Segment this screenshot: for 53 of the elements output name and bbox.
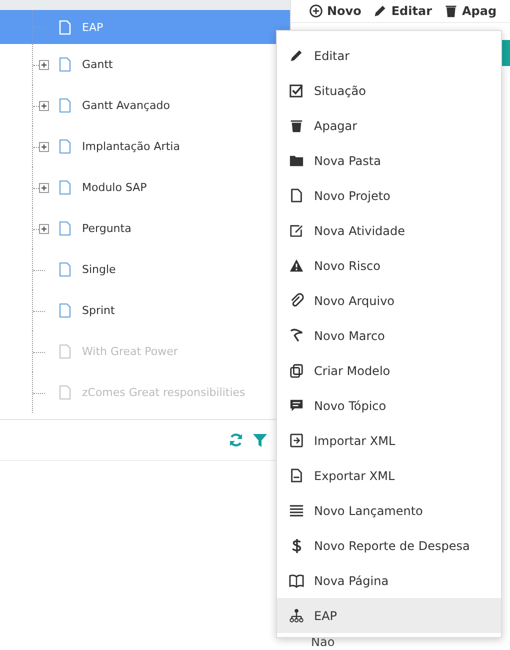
tree-item-label[interactable]: Implantação Artia bbox=[82, 140, 180, 153]
menu-item[interactable]: Nova Pasta bbox=[277, 143, 501, 178]
folder-icon bbox=[289, 153, 304, 168]
book-icon bbox=[289, 573, 304, 588]
menu-item[interactable]: Apagar bbox=[277, 108, 501, 143]
pencil-icon bbox=[289, 48, 304, 63]
expand-icon[interactable] bbox=[39, 100, 49, 110]
menu-item[interactable]: Novo Projeto bbox=[277, 178, 501, 213]
toolbar-button[interactable]: Novo bbox=[309, 4, 362, 18]
expand-icon[interactable] bbox=[39, 142, 49, 152]
dollar-icon bbox=[289, 538, 304, 553]
tree-item-label[interactable]: Gantt Avançado bbox=[82, 99, 170, 112]
sitemap-icon bbox=[289, 608, 304, 623]
menu-item[interactable]: Situação bbox=[277, 73, 501, 108]
copy-icon bbox=[289, 363, 304, 378]
menu-item[interactable]: Importar XML bbox=[277, 423, 501, 458]
paperclip-icon bbox=[289, 293, 304, 308]
file-icon bbox=[289, 188, 304, 203]
import-icon bbox=[289, 433, 304, 448]
tree-item-label[interactable]: Pergunta bbox=[82, 222, 132, 235]
menu-item[interactable]: Nova Página bbox=[277, 563, 501, 598]
menu-item[interactable]: EAP bbox=[277, 598, 501, 633]
menu-item[interactable]: Novo Reporte de Despesa bbox=[277, 528, 501, 563]
refresh-icon[interactable] bbox=[228, 432, 244, 448]
checkbox-icon bbox=[289, 83, 304, 98]
tree-item-label[interactable]: Single bbox=[82, 263, 116, 276]
expand-icon[interactable] bbox=[39, 60, 49, 70]
list-icon bbox=[289, 503, 304, 518]
toolbar-button[interactable]: Apag bbox=[444, 4, 497, 18]
menu-item[interactable]: Novo Tópico bbox=[277, 388, 501, 423]
expand-icon[interactable] bbox=[39, 224, 49, 234]
menu-item[interactable]: Novo Lançamento bbox=[277, 493, 501, 528]
menu-item[interactable]: Nova Atividade bbox=[277, 213, 501, 248]
tree-item-label[interactable]: Modulo SAP bbox=[82, 181, 147, 194]
flag-icon bbox=[289, 328, 304, 343]
warning-icon bbox=[289, 258, 304, 273]
pencil-icon bbox=[373, 4, 388, 18]
comment-icon bbox=[289, 398, 304, 413]
export-icon bbox=[289, 468, 304, 483]
tree-item-label[interactable]: Gantt bbox=[82, 58, 113, 71]
menu-item[interactable]: Novo Arquivo bbox=[277, 283, 501, 318]
menu-item[interactable]: Exportar XML bbox=[277, 458, 501, 493]
filter-icon[interactable] bbox=[252, 432, 268, 448]
tree-item-label[interactable]: Sprint bbox=[82, 304, 115, 317]
edit-icon bbox=[289, 223, 304, 238]
menu-item[interactable]: Novo Risco bbox=[277, 248, 501, 283]
menu-item[interactable]: Novo Marco bbox=[277, 318, 501, 353]
toolbar-button[interactable]: Editar bbox=[373, 4, 432, 18]
expand-icon[interactable] bbox=[39, 182, 49, 192]
trash-icon bbox=[444, 4, 458, 18]
trash-icon bbox=[289, 118, 304, 133]
menu-item[interactable]: Criar Modelo bbox=[277, 353, 501, 388]
plus-circle-icon bbox=[309, 4, 323, 18]
